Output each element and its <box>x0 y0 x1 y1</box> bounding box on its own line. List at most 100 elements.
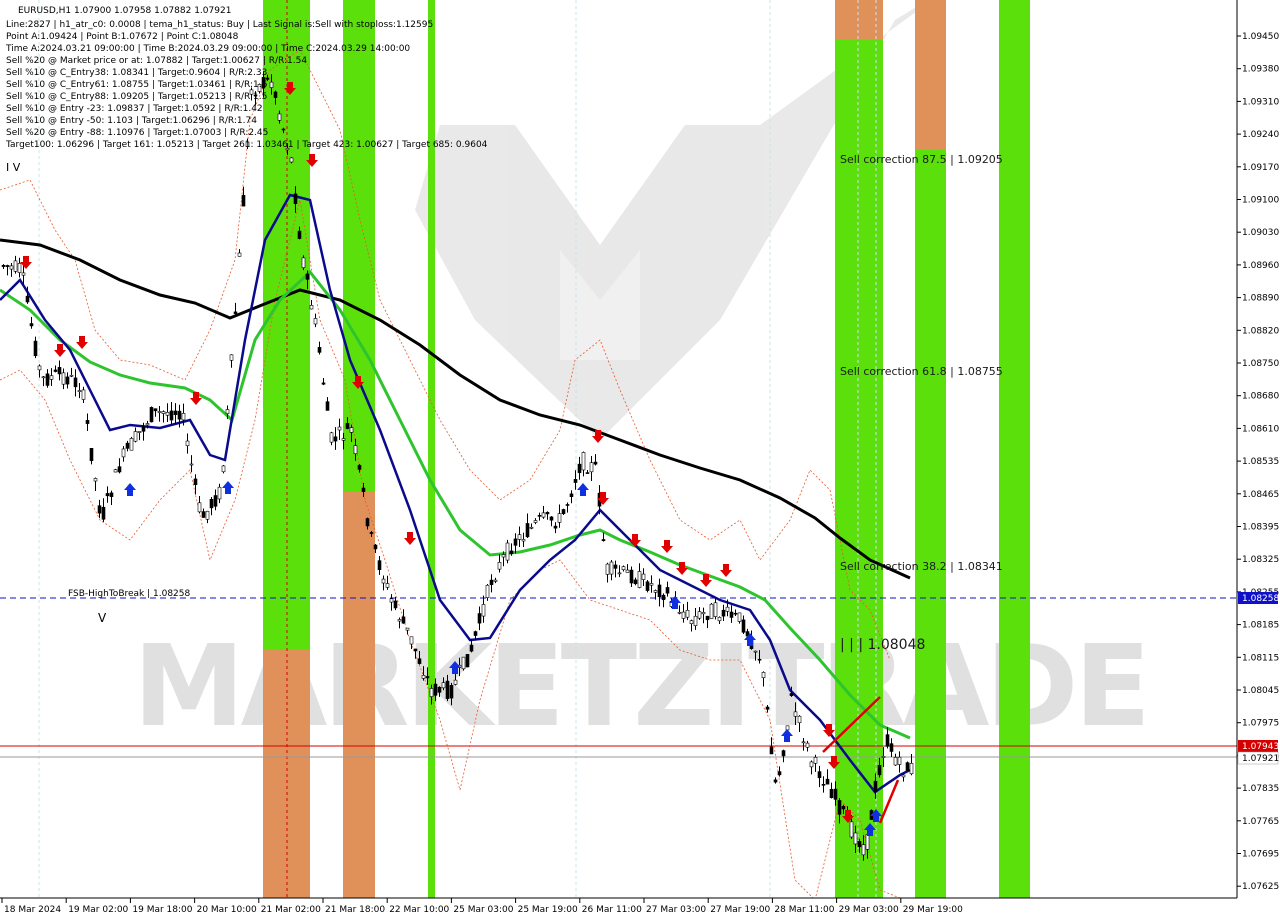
time-tick-label: 22 Mar 10:00 <box>389 905 449 915</box>
candle-body <box>473 631 478 636</box>
candle-body <box>73 377 78 388</box>
candle-body <box>57 367 62 375</box>
price-tick-label: 1.08890 <box>1242 294 1279 304</box>
candle-body <box>825 778 830 785</box>
time-tick-label: 27 Mar 19:00 <box>710 905 770 915</box>
candle-body <box>113 469 118 473</box>
candle-body <box>637 571 642 588</box>
price-tick-label: 1.07695 <box>1242 850 1279 860</box>
candle-body <box>205 510 210 520</box>
candle-body <box>781 750 786 757</box>
info-line: Sell %10 @ C_Entry38: 1.08341 | Target:0… <box>6 68 267 78</box>
candle-body <box>489 579 494 585</box>
candle-body <box>573 479 578 483</box>
sell-correction-618: Sell correction 61.8 | 1.08755 <box>840 365 1003 378</box>
candle-body <box>237 252 242 257</box>
candle-body <box>737 612 742 622</box>
candle-body <box>333 436 338 442</box>
candle-body <box>109 492 114 497</box>
candle-body <box>81 389 86 400</box>
candle-body <box>529 526 534 529</box>
candle-body <box>493 579 498 582</box>
candle-body <box>337 426 342 431</box>
candle-body <box>325 401 330 411</box>
candle-body <box>677 611 682 614</box>
candle-body <box>393 600 398 609</box>
candle-body <box>361 487 366 492</box>
candle-body <box>581 452 586 471</box>
candle-body <box>433 683 438 696</box>
candle-body <box>481 604 486 617</box>
point-c-label: | | | 1.08048 <box>840 637 925 653</box>
candle-body <box>625 569 630 573</box>
candle-body <box>97 505 102 514</box>
candle-body <box>613 564 618 569</box>
candle-body <box>413 648 418 652</box>
candle-body <box>661 594 666 601</box>
candle-body <box>777 771 782 776</box>
candle-body <box>353 445 358 455</box>
candle-body <box>477 613 482 624</box>
candle-body <box>89 448 94 462</box>
candle-body <box>705 615 710 621</box>
candle-body <box>685 609 690 618</box>
candle-body <box>341 438 346 441</box>
candle-body <box>181 413 186 421</box>
candle-body <box>301 257 306 268</box>
candle-body <box>293 193 298 204</box>
candle-body <box>321 382 326 385</box>
time-tick-label: 26 Mar 11:00 <box>582 905 642 915</box>
fsb-label: FSB-HighToBreak | 1.08258 <box>68 589 190 599</box>
candle-body <box>785 725 790 731</box>
candle-body <box>201 511 206 518</box>
candle-body <box>897 756 902 765</box>
candle-body <box>157 411 162 413</box>
price-tick-label: 1.08750 <box>1242 359 1279 369</box>
candle-body <box>653 590 658 593</box>
sell-correction-382: Sell correction 38.2 | 1.08341 <box>840 560 1003 573</box>
candle-body <box>369 532 374 534</box>
candle-body <box>129 438 134 451</box>
candle-body <box>137 431 142 433</box>
candle-body <box>401 616 406 624</box>
wave-label-iv: I V <box>6 161 21 174</box>
candle-body <box>853 832 858 845</box>
candle-body <box>645 581 650 591</box>
candle-body <box>41 376 46 379</box>
candle-body <box>741 619 746 633</box>
candle-body <box>345 423 350 429</box>
candle-body <box>313 318 318 325</box>
candle-body <box>693 615 698 626</box>
candle-body <box>553 525 558 529</box>
candle-body <box>601 539 606 541</box>
candle-body <box>509 550 514 555</box>
candle-body <box>609 561 614 575</box>
price-tick-label: 1.08115 <box>1242 653 1279 663</box>
candle-body <box>905 762 910 771</box>
candle-body <box>153 408 158 412</box>
candle-body <box>269 81 274 88</box>
time-tick-label: 18 Mar 2024 <box>4 905 61 915</box>
candle-body <box>33 340 38 357</box>
candle-body <box>221 465 226 473</box>
candle-body <box>769 746 774 755</box>
candle-body <box>585 472 590 474</box>
candle-body <box>857 841 862 848</box>
candle-body <box>165 412 170 416</box>
candle-body <box>329 432 334 443</box>
candle-body <box>465 654 470 668</box>
candle-body <box>589 462 594 473</box>
price-tick-label: 1.07975 <box>1242 719 1279 729</box>
price-chart[interactable]: MARKETZITRADE EURUSD,H1 1.07900 1.07958 … <box>0 0 1280 920</box>
candle-body <box>53 369 58 372</box>
candle-body <box>77 390 82 392</box>
candle-body <box>273 91 278 98</box>
price-axis: 1.09450 1.09380 1.09310 1.09240 1.09170 1.091… <box>1236 0 1280 920</box>
candle-body <box>849 821 854 838</box>
candle-body <box>757 658 762 661</box>
candle-body <box>65 376 70 385</box>
candle-body <box>281 128 286 131</box>
candle-body <box>409 636 414 645</box>
price-tick-label: 1.09240 <box>1242 130 1279 140</box>
price-tick-label: 1.09030 <box>1242 228 1279 238</box>
